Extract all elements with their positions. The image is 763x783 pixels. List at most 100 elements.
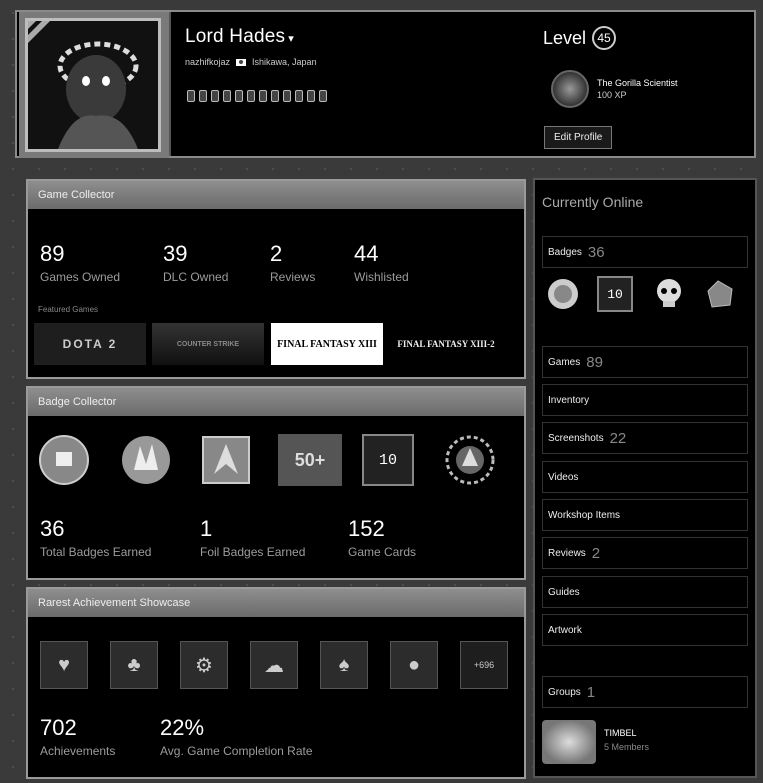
achievement-face-icon[interactable]: ☁ <box>250 641 298 689</box>
featured-game-title: FINAL FANTASY XIII-2 <box>397 339 495 349</box>
persona-name-text: Lord Hades <box>185 26 286 47</box>
sidebar-item-label: Artwork <box>548 624 582 636</box>
achievement-thumbs-up-icon[interactable]: ♥ <box>40 641 88 689</box>
favorite-badge-xp: 100 XP <box>597 90 627 100</box>
stat-label: Achievements <box>40 744 116 758</box>
profile-summary-glyphs <box>187 90 327 102</box>
rarest-achievement-showcase: Rarest Achievement Showcase ♥ ♣ ⚙ ☁ ♠ ● … <box>26 587 526 779</box>
level-circle[interactable]: 45 <box>592 26 617 50</box>
achievement-cart-icon[interactable]: ⚙ <box>180 641 228 689</box>
featured-game-title: DOTA 2 <box>62 337 118 351</box>
level-label: Level <box>543 27 587 48</box>
achievement-spy-icon[interactable]: ♠ <box>320 641 368 689</box>
featured-game-ff13[interactable]: FINAL FANTASY XIII <box>271 323 383 365</box>
sidebar-item-count: 1 <box>586 683 596 701</box>
sidebar-item-label: Screenshots <box>548 432 604 444</box>
online-status: Currently Online <box>542 194 644 210</box>
stat-value: 152 <box>348 516 385 541</box>
reviews-stat[interactable]: 2 Reviews <box>270 241 315 284</box>
stat-label: Wishlisted <box>354 270 409 284</box>
glyph-icon <box>223 90 231 102</box>
avatar[interactable] <box>25 18 161 152</box>
stat-label: Total Badges Earned <box>40 545 152 559</box>
showcase-title: Game Collector <box>28 181 524 209</box>
stat-value: 702 <box>40 715 77 740</box>
achievements-stat[interactable]: 702 Achievements <box>40 715 115 758</box>
games-owned-stat[interactable]: 89 Games Owned <box>40 241 120 284</box>
glyph-icon <box>271 90 279 102</box>
persona-name[interactable]: Lord Hades ▾ <box>185 26 294 48</box>
group-members: 5 Members <box>604 742 650 752</box>
favorite-badge[interactable]: The Gorilla Scientist 100 XP <box>551 70 678 108</box>
badge-collector-showcase: Badge Collector 50+ 10 36 Total Badges E… <box>26 386 526 580</box>
gem-icon[interactable] <box>701 276 737 312</box>
profile-header: Lord Hades ▾ nazhifkojaz Ishikawa, Japan … <box>15 10 756 158</box>
edit-profile-button[interactable]: Edit Profile <box>544 126 613 149</box>
sidebar-item-label: Workshop Items <box>548 509 621 521</box>
stat-value: 2 <box>270 241 283 266</box>
sidebar-item-label: Groups <box>548 686 581 698</box>
sidebar-item-reviews[interactable]: Reviews 2 <box>542 537 748 569</box>
stat-label: Game Cards <box>348 545 417 559</box>
game-cards-stat[interactable]: 152 Game Cards <box>348 516 416 559</box>
sidebar-badge-icon[interactable] <box>545 276 581 312</box>
badge-10[interactable]: 10 <box>362 434 414 486</box>
featured-game-ff13-2[interactable]: FINAL FANTASY XIII-2 <box>390 323 502 365</box>
chevron-down-icon[interactable]: ▾ <box>288 33 294 45</box>
achievement-orb-icon[interactable]: ● <box>390 641 438 689</box>
sidebar-item-games[interactable]: Games 89 <box>542 346 748 378</box>
stat-label: Games Owned <box>40 270 121 284</box>
sidebar-item-label: Guides <box>548 586 580 598</box>
sidebar-item-inventory[interactable]: Inventory <box>542 384 748 416</box>
dlc-owned-stat[interactable]: 39 DLC Owned <box>163 241 228 284</box>
badge-icon[interactable] <box>200 434 252 486</box>
sidebar-item-screenshots[interactable]: Screenshots 22 <box>542 422 748 454</box>
sidebar-item-guides[interactable]: Guides <box>542 576 748 608</box>
glyph-icon <box>187 90 195 102</box>
sidebar-item-count: 2 <box>591 544 601 562</box>
stat-label: DLC Owned <box>163 270 229 284</box>
game-collector-showcase: Game Collector 89 Games Owned 39 DLC Own… <box>26 179 526 379</box>
japan-flag-icon <box>236 58 247 66</box>
glyph-icon <box>295 90 303 102</box>
sidebar-item-groups[interactable]: Groups 1 <box>542 676 748 708</box>
sidebar-item-label: Reviews <box>548 547 586 559</box>
stat-value: 1 <box>200 516 213 541</box>
badge-icon[interactable] <box>444 434 496 486</box>
sidebar-item-workshop[interactable]: Workshop Items <box>542 499 748 531</box>
featured-game-counter-strike[interactable]: COUNTER STRIKE <box>152 323 264 365</box>
badge-icon[interactable] <box>120 434 172 486</box>
glyph-icon <box>307 90 315 102</box>
real-name: nazhifkojaz <box>185 57 231 67</box>
sidebar-item-videos[interactable]: Videos <box>542 461 748 493</box>
featured-game-dota2[interactable]: DOTA 2 <box>34 323 146 365</box>
sidebar-item-count: 89 <box>586 353 603 371</box>
glyph-icon <box>319 90 327 102</box>
glyph-icon <box>211 90 219 102</box>
achievement-figures-icon[interactable]: ♣ <box>110 641 158 689</box>
sidebar-item-badges[interactable]: Badges 36 <box>542 236 748 268</box>
badge-icon[interactable] <box>38 434 90 486</box>
skull-icon[interactable] <box>651 276 687 312</box>
stat-value: 44 <box>354 241 379 266</box>
wishlisted-stat[interactable]: 44 Wishlisted <box>354 241 409 284</box>
stat-label: Reviews <box>270 270 316 284</box>
sidebar-item-label: Badges <box>548 246 582 258</box>
glyph-icon <box>235 90 243 102</box>
stat-value: 89 <box>40 241 65 266</box>
sidebar-item-count: 36 <box>587 243 605 261</box>
badge-50plus[interactable]: 50+ <box>278 434 342 486</box>
more-achievements-button[interactable]: +696 <box>460 641 508 689</box>
group-entry[interactable]: TIMBEL 5 Members <box>542 720 649 764</box>
sidebar-badge-10[interactable]: 10 <box>597 276 633 312</box>
stat-value: 39 <box>163 241 188 266</box>
group-name: TIMBEL <box>604 728 637 738</box>
completion-rate-stat[interactable]: 22% Avg. Game Completion Rate <box>160 715 313 758</box>
stat-label: Foil Badges Earned <box>200 545 306 559</box>
total-badges-stat[interactable]: 36 Total Badges Earned <box>40 516 151 559</box>
sidebar-item-count: 22 <box>609 429 627 447</box>
featured-games-label: Featured Games <box>38 305 99 314</box>
sidebar-item-artwork[interactable]: Artwork <box>542 614 748 646</box>
header-info: Lord Hades ▾ nazhifkojaz Ishikawa, Japan … <box>169 12 754 156</box>
foil-badges-stat[interactable]: 1 Foil Badges Earned <box>200 516 305 559</box>
